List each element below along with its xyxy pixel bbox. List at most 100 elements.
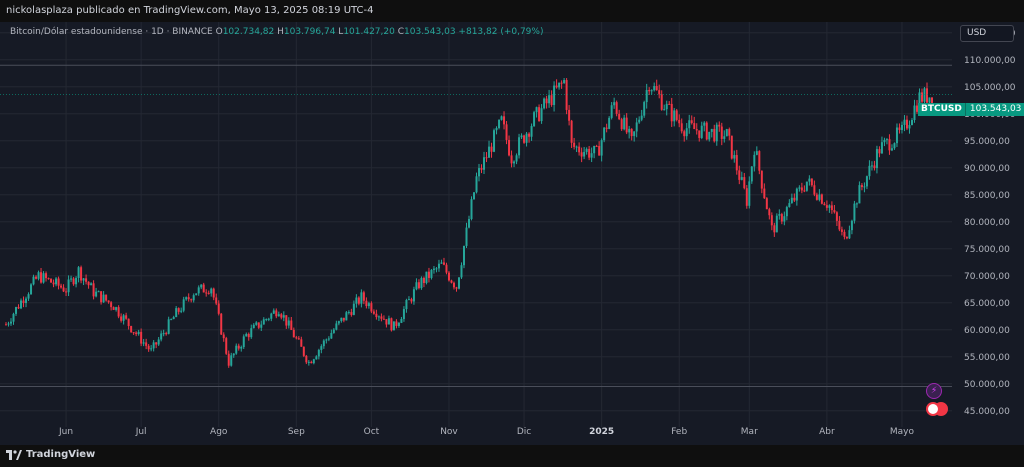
candle-body: [390, 318, 393, 331]
candle-body: [810, 178, 813, 186]
candle-body: [177, 308, 180, 312]
candle: [180, 307, 183, 314]
candle-body: [342, 317, 345, 321]
candle-body: [718, 124, 721, 127]
candle-body: [650, 90, 653, 92]
candle: [90, 282, 93, 286]
candle: [362, 290, 365, 305]
candle-body: [565, 80, 568, 110]
candle-body: [600, 140, 603, 156]
candle: [365, 297, 368, 309]
candle: [407, 296, 410, 301]
candle: [858, 181, 861, 204]
tradingview-logo[interactable]: TradingView: [6, 449, 95, 460]
candle: [240, 345, 243, 352]
candle-body: [427, 271, 430, 278]
candle-body: [442, 262, 445, 265]
lightning-icon[interactable]: ⚡: [926, 383, 942, 399]
candle: [565, 78, 568, 115]
candle: [185, 296, 188, 301]
candle-body: [713, 128, 716, 142]
candle-body: [197, 287, 200, 294]
candle-body: [162, 333, 165, 335]
candle: [815, 192, 818, 201]
candle: [327, 336, 330, 342]
candle: [220, 312, 223, 336]
candle: [515, 153, 518, 165]
candle: [130, 325, 133, 333]
candle: [703, 121, 706, 132]
candle-body: [638, 119, 641, 123]
candle: [70, 275, 73, 282]
candle-body: [357, 297, 360, 304]
candle-body: [337, 321, 340, 324]
candle-body: [370, 303, 373, 312]
candle: [545, 95, 548, 109]
candle-body: [320, 346, 323, 350]
candle: [758, 150, 761, 175]
candle: [838, 216, 841, 232]
candle: [322, 339, 325, 349]
candlestick-chart[interactable]: 115.000,00110.000,00105.000,00100.000,00…: [0, 22, 1024, 445]
candle: [105, 294, 108, 302]
candle-body: [548, 95, 551, 104]
candle-body: [520, 135, 523, 138]
candle: [913, 99, 916, 123]
candle: [277, 311, 280, 317]
candle-body: [85, 278, 88, 282]
candle: [880, 136, 883, 154]
candle-body: [285, 315, 288, 326]
candle: [222, 332, 225, 342]
candle-body: [37, 272, 40, 279]
candle-body: [788, 203, 791, 208]
candle-body: [230, 355, 233, 366]
chart-area[interactable]: 115.000,00110.000,00105.000,00100.000,00…: [0, 22, 1024, 445]
candle-body: [900, 124, 903, 130]
candle: [690, 115, 693, 125]
candle: [713, 124, 716, 143]
candle: [635, 117, 638, 138]
candle: [395, 319, 398, 329]
candle: [207, 290, 210, 295]
candle-body: [70, 278, 73, 280]
candle: [863, 182, 866, 193]
candle-body: [7, 323, 10, 325]
candle: [40, 268, 43, 284]
candle-body: [573, 142, 576, 147]
candle-body: [415, 282, 418, 290]
candle-body: [808, 178, 811, 182]
candle-body: [297, 338, 300, 340]
candle-body: [52, 282, 55, 285]
candle-body: [490, 146, 493, 152]
candle: [498, 119, 501, 130]
candle-body: [493, 130, 496, 152]
currency-button[interactable]: USD: [960, 25, 1014, 42]
candle: [555, 79, 558, 89]
us-flag-icon[interactable]: [926, 402, 940, 416]
candle: [455, 286, 458, 292]
candle: [798, 185, 801, 192]
candle: [788, 199, 791, 208]
candle: [770, 212, 773, 231]
candle: [290, 316, 293, 330]
candle-body: [67, 279, 70, 293]
candle: [888, 134, 891, 155]
candle-body: [172, 317, 175, 320]
candle: [748, 176, 751, 209]
candle-body: [227, 353, 230, 366]
candle-body: [838, 220, 841, 230]
candle-body: [405, 300, 408, 310]
candle: [422, 276, 425, 288]
candle-body: [925, 88, 928, 103]
candle-body: [540, 108, 543, 122]
candle: [447, 270, 450, 282]
candle-body: [450, 280, 453, 283]
candle-body: [845, 236, 848, 239]
candle-body: [653, 86, 656, 91]
candle: [563, 78, 566, 85]
candle-body: [35, 276, 38, 279]
candle-body: [500, 116, 503, 120]
candle-body: [720, 126, 723, 139]
candle: [695, 123, 698, 135]
candle-body: [240, 347, 243, 349]
